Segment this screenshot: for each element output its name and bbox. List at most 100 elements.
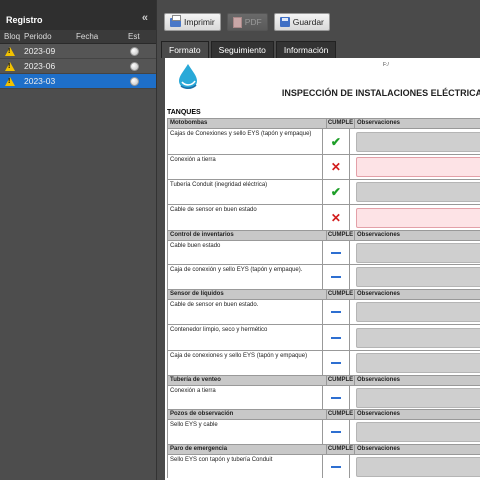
cumple-cell[interactable] <box>323 455 350 478</box>
cumple-cell[interactable] <box>323 420 350 444</box>
checklist-row: Tubería Conduit (inegridad eléctrica) ✔ <box>167 179 480 204</box>
observaciones-input[interactable] <box>356 131 480 152</box>
pdf-icon <box>232 16 242 28</box>
cumple-cell[interactable]: ✔ <box>323 129 350 154</box>
check-icon[interactable]: ✔ <box>331 135 341 149</box>
cumple-cell[interactable] <box>323 265 350 289</box>
checklist-item-text: Cable de sensor en buen estado. <box>168 300 323 324</box>
registro-header: Registro « <box>0 0 156 30</box>
group-header: Paro de emergencia CUMPLE Observaciones <box>167 444 480 454</box>
check-icon[interactable]: ✔ <box>331 185 341 199</box>
save-label: Guardar <box>292 17 324 27</box>
save-icon <box>279 17 290 27</box>
row-periodo: 2023-06 <box>24 61 56 71</box>
cumple-cell[interactable] <box>323 300 350 324</box>
cross-icon[interactable]: ✕ <box>331 160 341 174</box>
save-button[interactable]: Guardar <box>273 13 330 31</box>
checklist-item-text: Caja de conexión y sello EYS (tapón y em… <box>168 265 323 289</box>
toolbar: Imprimir PDF Guardar <box>158 0 480 40</box>
cumple-cell[interactable]: ✕ <box>323 205 350 230</box>
column-header-periodo[interactable]: Periodo <box>20 32 72 41</box>
checklist-item-text: Conexión a tierra <box>168 386 323 409</box>
observaciones-header: Observaciones <box>357 377 401 383</box>
observaciones-cell <box>350 420 480 444</box>
pending-dash-icon[interactable] <box>330 465 341 468</box>
observaciones-cell <box>350 265 480 289</box>
cumple-cell[interactable] <box>323 351 350 375</box>
checklist-row: Cajas de Conexiones y sello EYS (tapón y… <box>167 128 480 154</box>
checklist-item-text: Sello EYS y cable <box>168 420 323 444</box>
row-periodo: 2023-03 <box>24 76 56 86</box>
registro-row[interactable]: 2023-03 <box>0 74 156 89</box>
observaciones-input[interactable] <box>356 327 480 348</box>
print-button[interactable]: Imprimir <box>164 13 221 31</box>
group-name: Motobombas <box>168 119 327 128</box>
group-name: Control de inventarios <box>168 231 327 240</box>
tab-formato[interactable]: Formato <box>161 41 209 58</box>
observaciones-input[interactable] <box>356 242 480 263</box>
cumple-header: CUMPLE <box>327 290 355 299</box>
observaciones-header: Observaciones <box>357 411 401 417</box>
observaciones-input[interactable] <box>356 302 480 322</box>
checklist-row: Contenedor limpio, seco y hermético <box>167 324 480 350</box>
observaciones-cell <box>350 129 480 154</box>
observaciones-input[interactable] <box>356 387 480 408</box>
group-name: Paro de emergencia <box>168 445 327 454</box>
warning-icon <box>0 76 20 86</box>
checklist-row: Cable buen estado <box>167 240 480 264</box>
pending-dash-icon[interactable] <box>330 276 341 278</box>
cumple-header: CUMPLE <box>327 410 355 419</box>
registro-row[interactable]: 2023-09 <box>0 44 156 59</box>
observaciones-input[interactable] <box>356 267 480 287</box>
observaciones-cell <box>350 180 480 204</box>
observaciones-input[interactable] <box>356 182 480 202</box>
pdf-button[interactable]: PDF <box>226 13 268 31</box>
tab-informacion[interactable]: Información <box>275 41 337 58</box>
observaciones-input[interactable] <box>356 353 480 373</box>
checklist-row: Sello EYS y cable <box>167 419 480 444</box>
observaciones-input[interactable] <box>356 456 480 477</box>
print-label: Imprimir <box>184 17 215 27</box>
observaciones-cell <box>350 241 480 264</box>
registro-panel: Registro « Bloq Periodo Fecha Esta 2023-… <box>0 0 157 480</box>
observaciones-header: Observaciones <box>357 446 401 452</box>
group-name: Sensor de líquidos <box>168 290 327 299</box>
printer-icon <box>170 14 181 27</box>
pending-dash-icon[interactable] <box>330 311 341 313</box>
status-dot-icon <box>124 61 144 71</box>
pending-dash-icon[interactable] <box>330 336 341 339</box>
cross-icon[interactable]: ✕ <box>331 211 341 225</box>
checklist-row: Conexión a tierra ✕ <box>167 154 480 179</box>
folio-label: F:/ <box>383 62 389 68</box>
tab-seguimiento[interactable]: Seguimiento <box>210 41 274 58</box>
column-header-estado[interactable]: Esta <box>124 32 140 41</box>
cumple-cell[interactable] <box>323 386 350 409</box>
cumple-cell[interactable]: ✕ <box>323 155 350 179</box>
checklist-row: Cable de sensor en buen estado ✕ <box>167 204 480 230</box>
cumple-header: CUMPLE <box>327 376 355 385</box>
registro-rows: 2023-09 2023-06 2023-03 <box>0 44 156 89</box>
observaciones-input[interactable] <box>356 157 480 177</box>
checklist-row: Cable de sensor en buen estado. <box>167 299 480 324</box>
observaciones-cell <box>350 455 480 478</box>
cumple-cell[interactable] <box>323 241 350 264</box>
column-header-bloq[interactable]: Bloq <box>0 32 20 41</box>
observaciones-input[interactable] <box>356 207 480 228</box>
column-header-fecha[interactable]: Fecha <box>72 32 124 41</box>
registro-grid-header: Bloq Periodo Fecha Esta <box>0 30 156 44</box>
cumple-cell[interactable]: ✔ <box>323 180 350 204</box>
observaciones-cell <box>350 386 480 409</box>
checklist-item-text: Cable buen estado <box>168 241 323 264</box>
pending-dash-icon[interactable] <box>330 362 341 364</box>
pending-dash-icon[interactable] <box>330 431 341 433</box>
registro-row[interactable]: 2023-06 <box>0 59 156 74</box>
pending-dash-icon[interactable] <box>330 251 341 254</box>
checklist-item-text: Sello EYS con tapón y tubería Conduit <box>168 455 323 478</box>
group-header: Sensor de líquidos CUMPLE Observaciones <box>167 289 480 299</box>
app-window: Registro « Bloq Periodo Fecha Esta 2023-… <box>0 0 480 480</box>
observaciones-input[interactable] <box>356 422 480 442</box>
collapse-panel-icon[interactable]: « <box>142 12 148 24</box>
checklist-item-text: Conexión a tierra <box>168 155 323 179</box>
cumple-cell[interactable] <box>323 325 350 350</box>
pending-dash-icon[interactable] <box>330 396 341 399</box>
